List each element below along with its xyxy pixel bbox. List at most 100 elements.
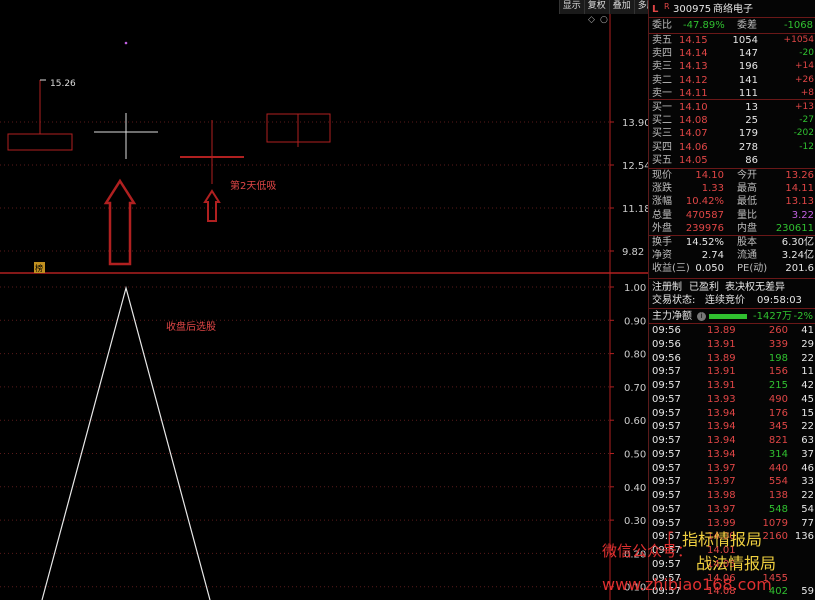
stats-label1: 收益(三) bbox=[652, 263, 690, 275]
tick-volume: 821 bbox=[768, 435, 788, 446]
small-up-arrow bbox=[203, 189, 221, 222]
indicator-label: 0.80 bbox=[624, 350, 646, 361]
tick-row: 09:57 14.00 2160 136 bbox=[649, 530, 815, 543]
tick-price: 13.98 bbox=[707, 490, 736, 501]
quote-row: 现价 14.10 今开 13.26 bbox=[649, 169, 815, 182]
tick-time: 09:57 bbox=[652, 503, 681, 515]
trade-status-label: 交易状态: bbox=[652, 295, 696, 306]
trade-time: 09:58:03 bbox=[757, 295, 802, 306]
quote-label2: 量比 bbox=[737, 209, 757, 221]
tick-price: 13.89 bbox=[707, 352, 736, 364]
quote-value2: 13.13 bbox=[785, 196, 814, 208]
tick-time: 09:57 bbox=[652, 558, 681, 570]
tick-volume: 345 bbox=[768, 421, 788, 433]
high-price-label: 15.26 bbox=[50, 79, 76, 89]
sell_orders-change: +8 bbox=[800, 87, 814, 98]
tick-price: 14.06 bbox=[707, 572, 736, 584]
buy_orders-label: 买三 bbox=[652, 128, 672, 140]
sell_orders-change: -20 bbox=[799, 48, 814, 59]
tick-row: 09:57 13.97 554 33 bbox=[649, 475, 815, 488]
tick-count: 22 bbox=[801, 421, 814, 433]
buy_orders-label: 买一 bbox=[652, 102, 672, 113]
quote-label2: 最低 bbox=[737, 196, 757, 208]
buy_orders-change: -27 bbox=[799, 115, 814, 126]
circle-icon: ○ bbox=[600, 15, 608, 25]
info-icon[interactable]: i bbox=[697, 312, 706, 321]
sell_orders-price: 14.14 bbox=[679, 48, 708, 60]
buy_orders-volume: 86 bbox=[745, 154, 758, 166]
buy_orders-row[interactable]: 买二 14.08 25 -27 bbox=[649, 114, 815, 127]
tick-volume: 554 bbox=[768, 476, 788, 488]
tick-price: 13.94 bbox=[707, 448, 736, 460]
quote-value2: 13.26 bbox=[785, 170, 814, 181]
kline-chart[interactable]: 13.90 12.54 11.18 9.82 1.00 0.90 0.80 0.70 0.60 0… bbox=[0, 0, 648, 600]
quote-value1: 470587 bbox=[685, 209, 724, 221]
tick-count: 63 bbox=[801, 435, 814, 446]
stats-row: 换手 14.52% 股本 6.30亿 bbox=[649, 236, 815, 249]
main-net-label: 主力净额 bbox=[652, 311, 692, 322]
stock-header[interactable]: L R 300975 商络电子 bbox=[649, 2, 815, 16]
chart-area[interactable]: 13.90 12.54 11.18 9.82 1.00 0.90 0.80 0.70 0.60 0… bbox=[0, 0, 648, 600]
tick-time: 09:57 bbox=[652, 393, 681, 405]
profit-tag: 已盈利 bbox=[689, 282, 719, 293]
diamond-icon: ◇ bbox=[588, 15, 595, 25]
tick-volume: 176 bbox=[768, 407, 788, 419]
tick-count: 136 bbox=[794, 531, 814, 543]
sell_orders-row[interactable]: 卖三 14.13 196 +14 bbox=[649, 60, 815, 73]
tick-volume: 490 bbox=[768, 393, 788, 405]
tick-time: 09:57 bbox=[652, 380, 681, 391]
sell_orders-price: 14.13 bbox=[679, 61, 708, 73]
tick-time: 09:57 bbox=[652, 490, 681, 501]
sell_orders-volume: 111 bbox=[738, 87, 758, 99]
buy_orders-price: 14.07 bbox=[679, 128, 708, 140]
sell_orders-label: 卖三 bbox=[652, 61, 672, 73]
indicator-label: 0.10 bbox=[624, 583, 646, 594]
sell_orders-row[interactable]: 卖一 14.11 111 +8 bbox=[649, 87, 815, 100]
stats-value1: 14.52% bbox=[685, 237, 724, 248]
indicator-label: 0.50 bbox=[624, 450, 646, 461]
quote-label1: 涨幅 bbox=[652, 196, 672, 208]
annotation-close: 收盘后选股 bbox=[166, 320, 216, 333]
buy_orders-label: 买二 bbox=[652, 115, 672, 127]
sell_orders-row[interactable]: 卖四 14.14 147 -20 bbox=[649, 47, 815, 60]
sell_orders-row[interactable]: 卖五 14.15 1054 +1054 bbox=[649, 34, 815, 47]
tick-count: 29 bbox=[801, 338, 814, 350]
tick-row: 09:57 13.94 821 63 bbox=[649, 434, 815, 447]
quote-label2: 今开 bbox=[737, 170, 757, 181]
price-label: 12.54 bbox=[622, 161, 648, 172]
tick-price: 14.08 bbox=[707, 586, 736, 598]
tick-price: 13.94 bbox=[707, 407, 736, 419]
tick-price: 13.91 bbox=[707, 366, 736, 378]
stats-value1: 0.050 bbox=[695, 263, 724, 275]
quote-label1: 总量 bbox=[652, 209, 672, 221]
tick-row: 09:57 13.94 314 37 bbox=[649, 448, 815, 461]
sell_orders-row[interactable]: 卖二 14.12 141 +26 bbox=[649, 74, 815, 87]
tick-time: 09:56 bbox=[652, 338, 681, 350]
buy_orders-row[interactable]: 买一 14.10 13 +13 bbox=[649, 101, 815, 114]
quote-panel: L R 300975 商络电子 委比 -47.89% 委差 -1068 卖五 14… bbox=[648, 0, 815, 600]
sell_orders-change: +26 bbox=[795, 74, 814, 85]
tick-time: 09:57 bbox=[652, 462, 681, 474]
toolbar-button[interactable]: 复权 bbox=[583, 0, 609, 14]
tick-row: 09:57 14.01 bbox=[649, 544, 815, 557]
buy_orders-volume: 13 bbox=[745, 102, 758, 113]
stats-value2: 3.24亿 bbox=[781, 250, 814, 262]
tick-volume: 2160 bbox=[762, 531, 788, 543]
tick-time: 09:57 bbox=[652, 407, 681, 419]
tick-row: 09:57 13.94 345 22 bbox=[649, 420, 815, 433]
buy_orders-label: 买五 bbox=[652, 154, 672, 166]
toolbar-button[interactable]: 显示 bbox=[558, 0, 584, 14]
big-up-arrow bbox=[103, 178, 137, 266]
buy_orders-row[interactable]: 买四 14.06 278 -12 bbox=[649, 141, 815, 154]
toolbar-button[interactable]: 叠加 bbox=[608, 0, 634, 14]
tick-time: 09:57 bbox=[652, 531, 681, 543]
quote-label1: 涨跌 bbox=[652, 183, 672, 195]
sell_orders-change: +14 bbox=[795, 61, 814, 72]
buy_orders-row[interactable]: 买三 14.07 179 -202 bbox=[649, 127, 815, 140]
quote-value2: 14.11 bbox=[785, 183, 814, 195]
tick-volume: 440 bbox=[768, 462, 788, 474]
tick-row: 09:56 13.89 260 41 bbox=[649, 324, 815, 337]
buy_orders-row[interactable]: 买五 14.05 86 bbox=[649, 154, 815, 167]
sell_orders-change: +1054 bbox=[783, 35, 814, 45]
tick-price: 13.97 bbox=[707, 462, 736, 474]
